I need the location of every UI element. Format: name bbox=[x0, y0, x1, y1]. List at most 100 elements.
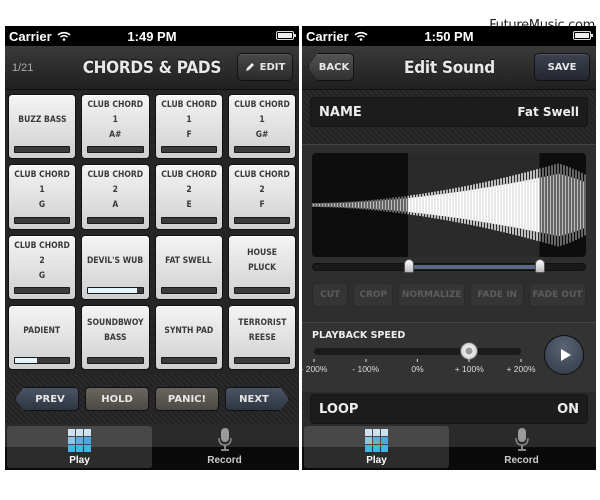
pad-progress-bar bbox=[87, 146, 144, 154]
pads-grid-icon bbox=[68, 429, 91, 452]
pad-progress-bar bbox=[160, 216, 217, 224]
speed-tick-label: + 200% bbox=[506, 359, 535, 374]
pad-button[interactable]: CLUB CHORD 1 F bbox=[154, 94, 223, 160]
selection-range-slider[interactable] bbox=[312, 259, 586, 273]
next-button[interactable]: NEXT bbox=[225, 387, 289, 411]
tab-play-label: Play bbox=[69, 455, 90, 466]
tab-play[interactable]: Play bbox=[7, 426, 152, 468]
pad-button[interactable]: DEVIL'S WUB bbox=[81, 234, 150, 300]
pad-progress-bar bbox=[233, 286, 290, 294]
pad-button[interactable]: CLUB CHORD 2 E bbox=[154, 164, 223, 230]
name-value: Fat Swell bbox=[517, 105, 579, 119]
status-bar: Carrier 1:50 PM bbox=[302, 26, 596, 46]
carrier-label: Carrier bbox=[306, 28, 349, 44]
tab-play-label: Play bbox=[366, 455, 387, 466]
loop-label: LOOP bbox=[319, 401, 359, 417]
pad-button[interactable]: CLUB CHORD 2 G bbox=[8, 234, 77, 300]
microphone-icon bbox=[217, 428, 232, 451]
speed-tick-label: + 100% bbox=[455, 359, 484, 374]
tool-button-crop[interactable]: CROP bbox=[353, 283, 394, 307]
tool-button-cut[interactable]: CUT bbox=[312, 283, 349, 307]
save-button[interactable]: SAVE bbox=[534, 53, 590, 81]
prev-button[interactable]: PREV bbox=[15, 387, 79, 411]
speed-tick-label: - 200% bbox=[302, 359, 327, 374]
pad-progress-bar bbox=[87, 216, 144, 224]
name-field[interactable]: NAME Fat Swell bbox=[310, 97, 588, 127]
tool-button-fade-out[interactable]: FADE OUT bbox=[529, 283, 586, 307]
pad-button[interactable]: FAT SWELL bbox=[154, 234, 223, 300]
play-icon bbox=[560, 349, 571, 361]
pad-progress-bar bbox=[160, 286, 217, 294]
pad-label: PADIENT bbox=[23, 325, 61, 336]
selection-range-fill bbox=[408, 265, 541, 269]
hold-button[interactable]: HOLD bbox=[85, 387, 149, 411]
edit-tools: CUT CROP NORMALIZE FADE IN FADE OUT bbox=[312, 283, 586, 307]
pad-button[interactable]: CLUB CHORD 1 G# bbox=[227, 94, 296, 160]
pad-button[interactable]: BUZZ BASS bbox=[8, 94, 77, 160]
pad-button[interactable]: TERRORIST REESE bbox=[227, 304, 296, 370]
playback-speed-label: PLAYBACK SPEED bbox=[312, 330, 406, 341]
selection-start-handle[interactable] bbox=[403, 259, 414, 273]
pad-progress-bar bbox=[87, 357, 144, 364]
pad-label: CLUB CHORD 2 E bbox=[160, 170, 217, 211]
pencil-icon bbox=[245, 63, 254, 71]
carrier-label: Carrier bbox=[9, 28, 52, 44]
play-button[interactable] bbox=[544, 335, 584, 375]
pad-label: SYNTH PAD bbox=[164, 325, 214, 336]
pad-button[interactable]: CLUB CHORD 1 G bbox=[8, 164, 77, 230]
pad-progress-bar bbox=[160, 357, 217, 364]
selection-end-handle[interactable] bbox=[535, 259, 546, 273]
pad-button[interactable]: PADIENT bbox=[8, 304, 77, 370]
playback-speed-knob[interactable] bbox=[460, 342, 479, 360]
pad-label: FAT SWELL bbox=[165, 255, 213, 266]
waveform-display[interactable] bbox=[312, 153, 586, 257]
tab-record-label: Record bbox=[207, 455, 242, 466]
loop-value: ON bbox=[557, 401, 579, 417]
pad-progress-bar bbox=[14, 357, 71, 364]
pad-label: CLUB CHORD 2 A bbox=[87, 170, 144, 211]
panic-button[interactable]: PANIC! bbox=[155, 387, 219, 411]
loop-row: LOOP ON bbox=[302, 392, 596, 424]
tab-bar: Play Record bbox=[302, 424, 596, 470]
pad-progress-bar bbox=[233, 216, 290, 224]
pad-label: CLUB CHORD 2 G bbox=[14, 240, 70, 281]
pad-button[interactable]: SOUNDBWOY BASS bbox=[81, 304, 150, 370]
back-button[interactable]: BACK bbox=[308, 53, 354, 81]
pad-button[interactable]: CLUB CHORD 2 A bbox=[81, 164, 150, 230]
nav-bar: 1/21 CHORDS & PADS EDIT bbox=[5, 46, 299, 90]
pad-label: CLUB CHORD 1 G bbox=[14, 170, 70, 211]
carrier: Carrier bbox=[306, 29, 368, 44]
status-bar: Carrier 1:49 PM bbox=[5, 26, 299, 46]
waveform-editor: CUT CROP NORMALIZE FADE IN FADE OUT bbox=[302, 144, 596, 322]
wifi-icon bbox=[354, 31, 368, 41]
pad-label: CLUB CHORD 1 F bbox=[160, 100, 217, 141]
pad-label: SOUNDBWOY BASS bbox=[87, 318, 144, 344]
tool-button-fade-in[interactable]: FADE IN bbox=[470, 283, 524, 307]
playback-speed-section: PLAYBACK SPEED - 200% - 100% 0% + 100% + 200… bbox=[302, 322, 596, 392]
tab-bar: Play Record bbox=[5, 424, 299, 470]
tab-play[interactable]: Play bbox=[304, 426, 449, 468]
pad-label: TERRORIST REESE bbox=[237, 318, 287, 344]
page-title: CHORDS & PADS bbox=[82, 57, 222, 78]
edit-button-label: EDIT bbox=[259, 61, 286, 73]
tab-record[interactable]: Record bbox=[152, 426, 297, 468]
pad-label: CLUB CHORD 1 G# bbox=[234, 100, 290, 141]
pad-button[interactable]: CLUB CHORD 2 F bbox=[227, 164, 296, 230]
edit-button[interactable]: EDIT bbox=[237, 53, 293, 81]
pads-grid: BUZZ BASS CLUB CHORD 1 A# CLUB CHORD 1 F CL… bbox=[5, 90, 299, 374]
pad-progress-bar bbox=[87, 286, 144, 294]
loop-toggle[interactable]: LOOP ON bbox=[310, 394, 588, 424]
tab-record[interactable]: Record bbox=[449, 426, 594, 468]
pad-button[interactable]: CLUB CHORD 1 A# bbox=[81, 94, 150, 160]
pad-label: CLUB CHORD 2 F bbox=[234, 170, 290, 211]
page-indicator: 1/21 bbox=[12, 62, 34, 74]
tool-button-normalize[interactable]: NORMALIZE bbox=[398, 283, 466, 307]
pad-button[interactable]: SYNTH PAD bbox=[154, 304, 223, 370]
name-row: NAME Fat Swell bbox=[302, 90, 596, 144]
pad-progress-fill bbox=[88, 287, 138, 293]
nav-bar: BACK Edit Sound SAVE bbox=[302, 46, 596, 90]
pad-button[interactable]: HOUSE PLUCK bbox=[227, 234, 296, 300]
playback-speed-slider[interactable] bbox=[314, 342, 521, 360]
page-title: Edit Sound bbox=[403, 57, 495, 78]
pad-label: HOUSE PLUCK bbox=[246, 248, 277, 274]
